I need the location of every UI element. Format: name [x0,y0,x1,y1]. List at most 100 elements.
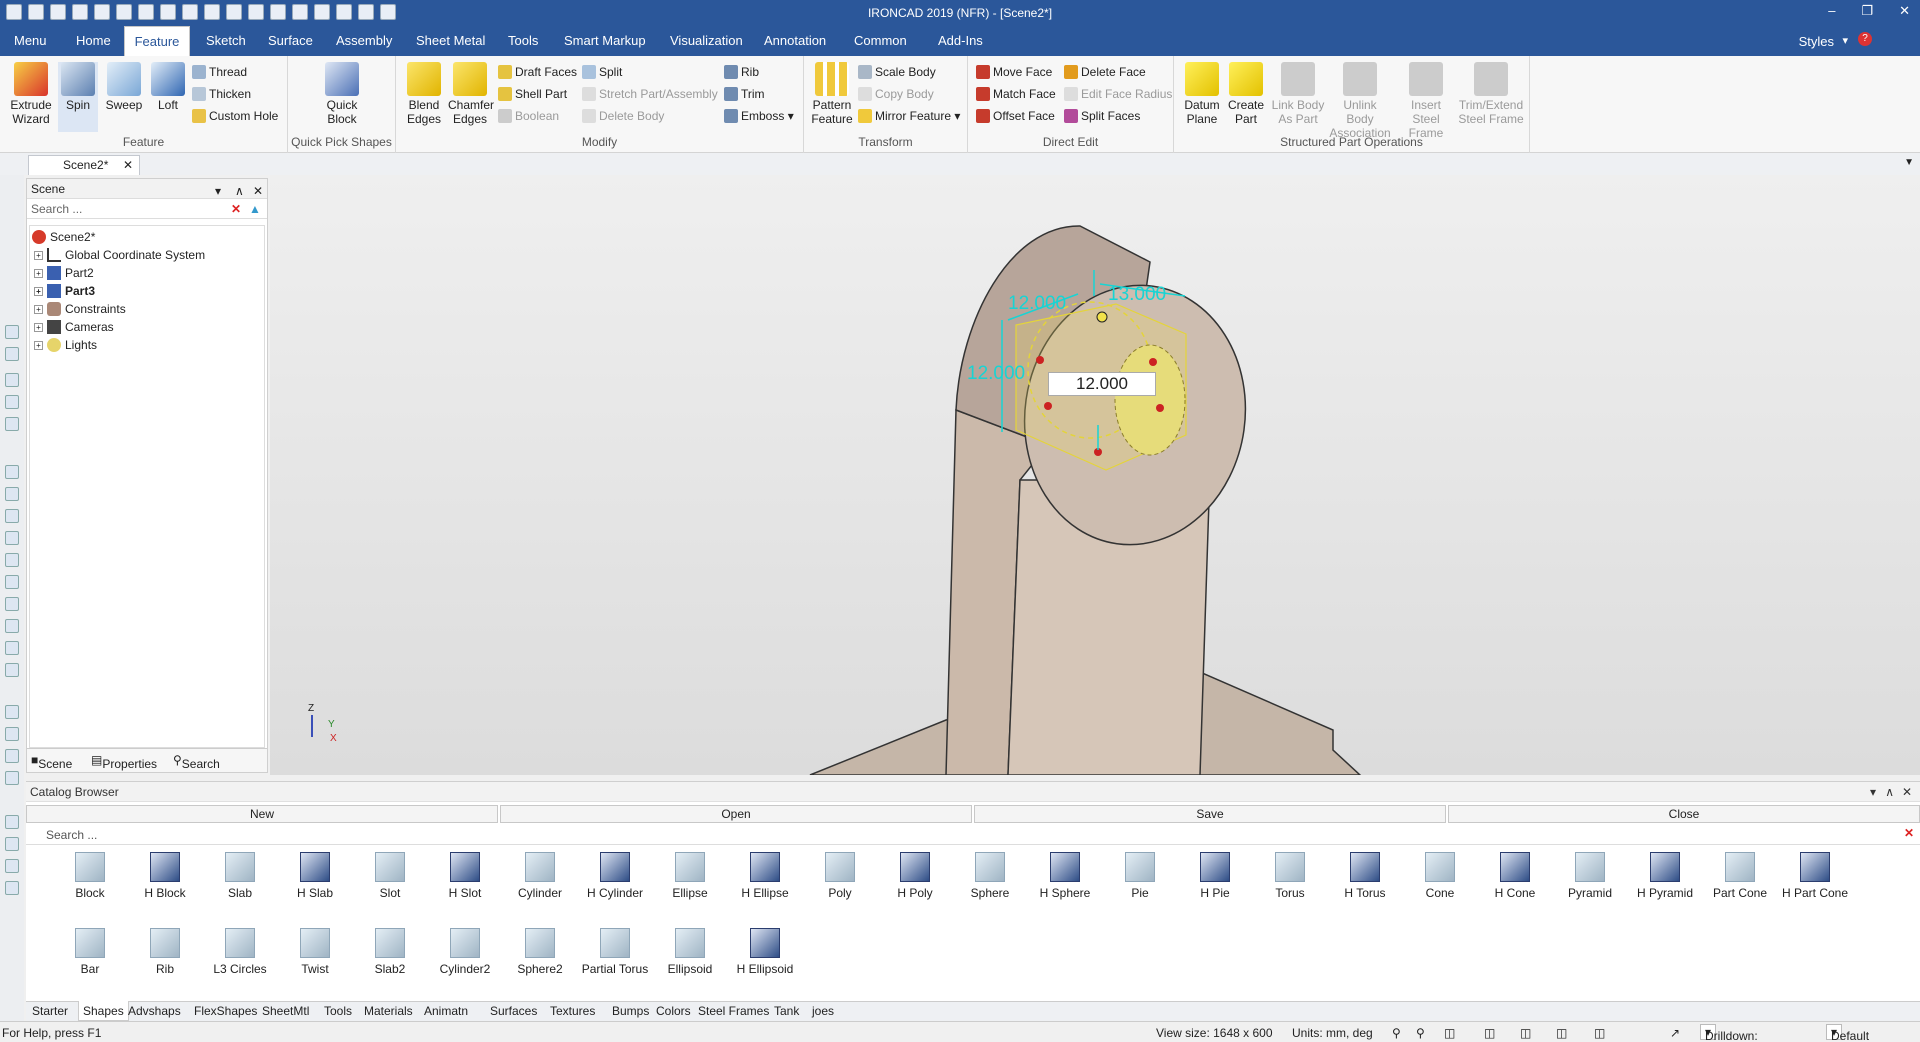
pin-icon[interactable]: ∧ [1885,782,1894,802]
tab-tools[interactable]: Tools [502,26,544,56]
expand-icon[interactable]: + [34,251,43,260]
move-face-button[interactable]: Move Face [976,62,1052,82]
catalog-tab[interactable]: Shapes [78,1001,129,1021]
catalog-open-button[interactable]: Open [500,805,972,823]
tool-icon-1[interactable] [5,325,19,339]
catalog-tab[interactable]: SheetMtl [262,1004,309,1018]
tab-sketch[interactable]: Sketch [200,26,252,56]
tool-icon-11[interactable] [5,575,19,589]
doc-tab-scene2[interactable]: Scene2* ✕ [28,155,140,175]
catalog-shape-item[interactable]: L3 Circles [202,928,278,976]
catalog-shape-item[interactable]: Slab [202,852,278,900]
close-tab-icon[interactable]: ✕ [123,156,133,174]
render-mode-icon[interactable]: ◫ [1520,1026,1531,1040]
copy-body-button[interactable]: Copy Body [858,84,934,104]
insert-steel-frame-button[interactable]: Insert Steel Frame [1396,62,1456,140]
catalog-shape-item[interactable]: Ellipse [652,852,728,900]
lighting-icon[interactable]: ◫ [1556,1026,1567,1040]
quick-block-button[interactable]: Quick Block [316,62,368,126]
tab-sheet-metal[interactable]: Sheet Metal [410,26,491,56]
minimize-icon[interactable]: – [1828,3,1835,19]
dimension-label[interactable]: 13.000 [1108,284,1166,306]
tool-icon-20[interactable] [5,815,19,829]
tab-surface[interactable]: Surface [262,26,319,56]
handle-right[interactable] [1149,358,1157,366]
scale-body-button[interactable]: Scale Body [858,62,936,82]
style-select[interactable]: Default ▾ [1826,1024,1869,1042]
handle-bottom-left[interactable] [1044,402,1052,410]
tool-icon-7[interactable] [5,487,19,501]
emboss-button[interactable]: Emboss ▾ [724,106,794,126]
catalog-shape-item[interactable]: H Slot [427,852,503,900]
catalog-shape-item[interactable]: Ellipsoid [652,928,728,976]
catalog-tab[interactable]: Starter [32,1004,68,1018]
catalog-shape-item[interactable]: H Ellipsoid [727,928,803,976]
drilldown-select[interactable]: Drilldown: Int ▾ [1700,1024,1758,1042]
tool-icon-6[interactable] [5,465,19,479]
tool-icon-10[interactable] [5,553,19,567]
trim-extend-steel-button[interactable]: Trim/Extend Steel Frame [1458,62,1524,126]
pin-icon[interactable]: ∧ [235,181,244,201]
delete-face-button[interactable]: Delete Face [1064,62,1146,82]
tool-icon-12[interactable] [5,597,19,611]
clear-search-icon[interactable]: ✕ [231,202,241,216]
tree-node-scene[interactable]: Scene2* [32,228,95,246]
catalog-shape-item[interactable]: H Pie [1177,852,1253,900]
chevron-down-icon[interactable]: ▾ [215,181,221,201]
restore-icon[interactable]: ❐ [1861,3,1873,19]
catalog-save-button[interactable]: Save [974,805,1446,823]
catalog-tab[interactable]: Animatn [424,1004,468,1018]
catalog-tab[interactable]: Bumps [612,1004,649,1018]
view-icon[interactable]: ◫ [1444,1026,1455,1040]
delete-body-button[interactable]: Delete Body [582,106,664,126]
catalog-shape-item[interactable]: H Slab [277,852,353,900]
tool-icon-19[interactable] [5,771,19,785]
catalog-shape-item[interactable]: Cylinder2 [427,928,503,976]
chevron-down-icon[interactable]: ▼ [1904,157,1914,168]
expand-icon[interactable]: + [34,305,43,314]
custom-hole-button[interactable]: Custom Hole [192,106,278,126]
draft-faces-button[interactable]: Draft Faces [498,62,577,82]
catalog-shape-item[interactable]: Block [52,852,128,900]
catalog-shape-item[interactable]: H Ellipse [727,852,803,900]
close-icon[interactable]: ✕ [1899,3,1910,19]
catalog-shape-item[interactable]: H Pyramid [1627,852,1703,900]
catalog-tab[interactable]: Tank [774,1004,799,1018]
match-face-button[interactable]: Match Face [976,84,1056,104]
tab-scene[interactable]: ■ Scene [31,753,72,771]
tab-home[interactable]: Home [70,26,117,56]
help-icon[interactable]: ? [1858,32,1872,46]
tree-node-cameras[interactable]: + Cameras [34,318,114,336]
filter-icon[interactable]: ▲ [249,202,261,216]
mirror-feature-button[interactable]: Mirror Feature ▾ [858,106,960,126]
chevron-down-icon[interactable]: ▾ [1870,782,1876,802]
chamfer-edges-button[interactable]: Chamfer Edges [448,62,494,126]
tree-node-constraints[interactable]: + Constraints [34,300,126,318]
expand-icon[interactable]: + [34,323,43,332]
handle-bottom-right[interactable] [1156,404,1164,412]
tool-icon-16[interactable] [5,705,19,719]
catalog-close-button[interactable]: Close [1448,805,1920,823]
tree-node-part3[interactable]: + Part3 [34,282,95,300]
create-part-button[interactable]: Create Part [1226,62,1266,126]
select-icon[interactable]: ↗ [1670,1026,1680,1040]
catalog-shape-item[interactable]: H Cone [1477,852,1553,900]
spin-button[interactable]: Spin [58,62,98,132]
close-icon[interactable]: ✕ [1902,782,1912,802]
catalog-tab[interactable]: FlexShapes [194,1004,257,1018]
3d-viewport[interactable]: 12.000 13.000 12.000 Z Y X [270,175,1920,775]
catalog-shape-item[interactable]: H Sphere [1027,852,1103,900]
catalog-shape-item[interactable]: Poly [802,852,878,900]
datum-plane-button[interactable]: Datum Plane [1180,62,1224,126]
tab-smart-markup[interactable]: Smart Markup [558,26,652,56]
catalog-shape-item[interactable]: H Poly [877,852,953,900]
tab-feature[interactable]: Feature [124,26,190,56]
catalog-shape-item[interactable]: H Part Cone [1777,852,1853,900]
catalog-shape-item[interactable]: Sphere [952,852,1028,900]
tool-icon-8[interactable] [5,509,19,523]
catalog-shape-item[interactable]: Pie [1102,852,1178,900]
link-body-button[interactable]: Link Body As Part [1270,62,1326,126]
orient-icon[interactable]: ◫ [1484,1026,1495,1040]
offset-face-button[interactable]: Offset Face [976,106,1055,126]
tree-node-gcs[interactable]: + Global Coordinate System [34,246,205,264]
